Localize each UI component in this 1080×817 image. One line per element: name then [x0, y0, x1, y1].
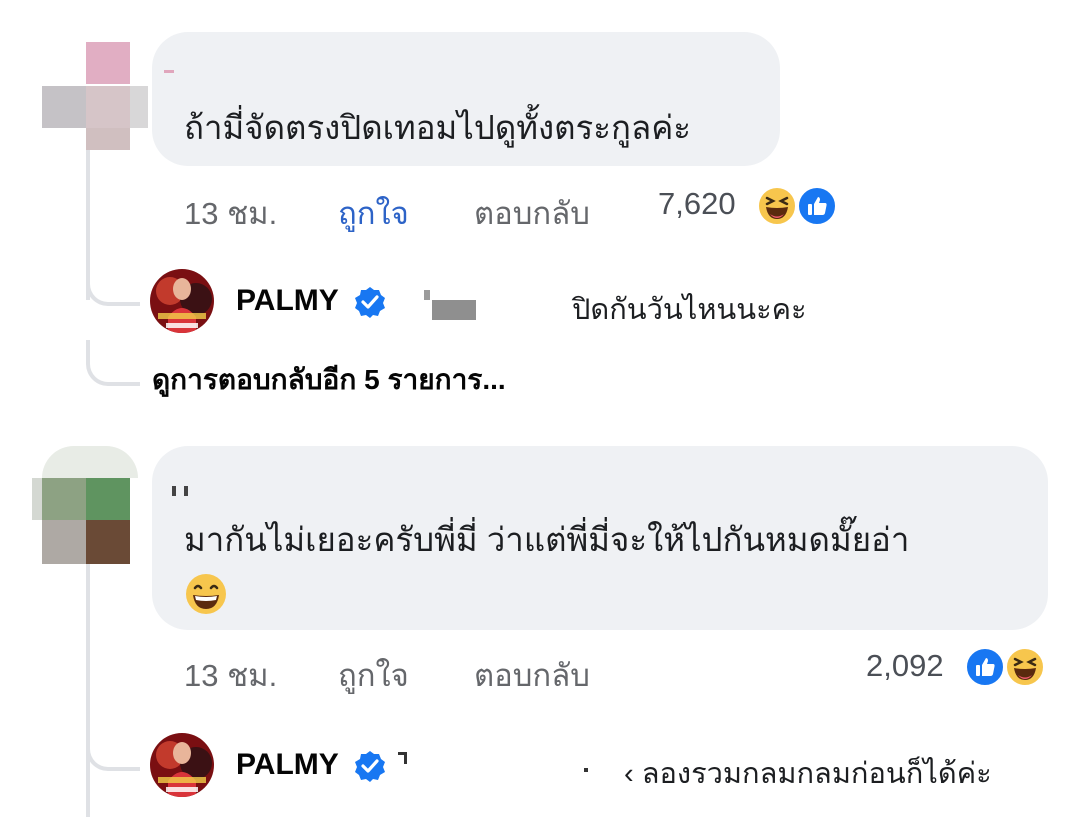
thread-connector: [86, 735, 140, 771]
commenter-avatar-pixelated[interactable]: [32, 446, 138, 564]
commenter-name-redacted: [164, 70, 174, 73]
reply-text-content: ลองรวมกลมกลมก่อนก็ได้ค่ะ: [641, 758, 992, 790]
comment-timestamp[interactable]: 13 ชม.: [184, 188, 277, 238]
commenter-name-redacted: [184, 486, 188, 496]
reply-author-name[interactable]: PALMY: [236, 284, 339, 318]
mention-redacted: [432, 300, 476, 320]
thread-connector: [86, 340, 140, 386]
mention-redacted: [404, 752, 407, 764]
reply-author-name[interactable]: PALMY: [236, 748, 339, 782]
thread-connector: [86, 270, 140, 306]
reply-text: ‹ ลองรวมกลมกลมก่อนก็ได้ค่ะ: [624, 758, 992, 790]
reply-text: ปิดกันวันไหนนะคะ: [572, 294, 807, 326]
comment-timestamp[interactable]: 13 ชม.: [184, 650, 277, 700]
haha-icon: [1004, 646, 1046, 688]
palmy-avatar[interactable]: [150, 733, 214, 797]
reply-button[interactable]: ตอบกลับ: [474, 188, 590, 238]
thread-line: [86, 564, 90, 817]
haha-icon: [756, 185, 798, 227]
like-icon: [964, 646, 1006, 688]
reply-button[interactable]: ตอบกลับ: [474, 650, 590, 700]
comment-bubble[interactable]: มากันไม่เยอะครับพี่มี่ ว่าแต่พี่มี่จะให้…: [152, 446, 1048, 630]
like-icon: [796, 185, 838, 227]
reaction-count[interactable]: 2,092: [866, 648, 944, 684]
grinning-emoji-icon: [184, 572, 228, 616]
commenter-avatar-pixelated[interactable]: [42, 42, 148, 150]
like-button[interactable]: ถูกใจ: [338, 650, 409, 700]
mention-redacted: [584, 768, 588, 772]
comment-bubble[interactable]: ถ้ามี่จัดตรงปิดเทอมไปดูทั้งตระกูลค่ะ: [152, 32, 780, 166]
mention-redacted: [424, 290, 430, 300]
view-more-replies-link[interactable]: ดูการตอบกลับอีก 5 รายการ...: [152, 358, 506, 402]
like-button[interactable]: ถูกใจ: [338, 188, 409, 238]
commenter-name-redacted: [172, 486, 176, 496]
verified-badge-icon: [354, 286, 386, 318]
verified-badge-icon: [354, 750, 386, 782]
reaction-count[interactable]: 7,620: [658, 186, 736, 222]
palmy-avatar[interactable]: [150, 269, 214, 333]
comment-text: มากันไม่เยอะครับพี่มี่ ว่าแต่พี่มี่จะให้…: [184, 521, 910, 558]
comment-text: ถ้ามี่จัดตรงปิดเทอมไปดูทั้งตระกูลค่ะ: [184, 109, 692, 146]
